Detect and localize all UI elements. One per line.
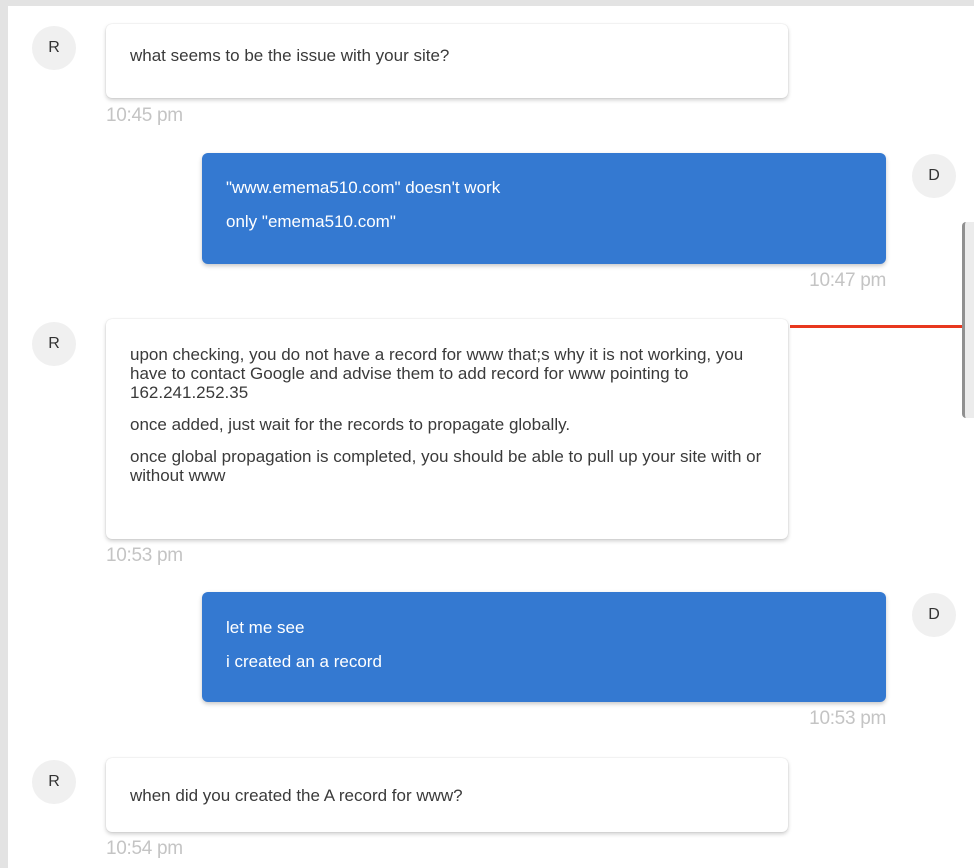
scrollbar-handle[interactable]	[962, 222, 974, 418]
message-text: i created an a record	[226, 652, 382, 671]
avatar: D	[912, 593, 956, 637]
avatar: R	[32, 760, 76, 804]
avatar: D	[912, 154, 956, 198]
message-timestamp: 10:45 pm	[106, 105, 183, 126]
message-text: when did you created the A record for ww…	[130, 786, 463, 805]
annotation-line	[790, 325, 974, 328]
message-text: let me see	[226, 618, 305, 637]
message-bubble-agent: when did you created the A record for ww…	[106, 758, 788, 832]
message-bubble-agent: what seems to be the issue with your sit…	[106, 24, 788, 98]
message-text: "www.emema510.com" doesn't work	[226, 178, 501, 197]
message-timestamp: 10:47 pm	[809, 270, 886, 291]
message-timestamp: 10:53 pm	[106, 545, 183, 566]
message-text: once global propagation is completed, yo…	[130, 447, 762, 485]
message-text: upon checking, you do not have a record …	[130, 345, 744, 402]
message-timestamp: 10:54 pm	[106, 838, 183, 859]
message-timestamp: 10:53 pm	[809, 708, 886, 729]
message-text: once added, just wait for the records to…	[130, 415, 571, 434]
avatar: R	[32, 26, 76, 70]
message-text: only "emema510.com"	[226, 212, 396, 231]
message-text: what seems to be the issue with your sit…	[130, 46, 450, 65]
chat-transcript: R what seems to be the issue with your s…	[8, 6, 974, 868]
message-bubble-user: let me see i created an a record	[202, 592, 886, 702]
message-bubble-agent: upon checking, you do not have a record …	[106, 319, 788, 539]
message-bubble-user: "www.emema510.com" doesn't work only "em…	[202, 153, 886, 264]
avatar: R	[32, 322, 76, 366]
